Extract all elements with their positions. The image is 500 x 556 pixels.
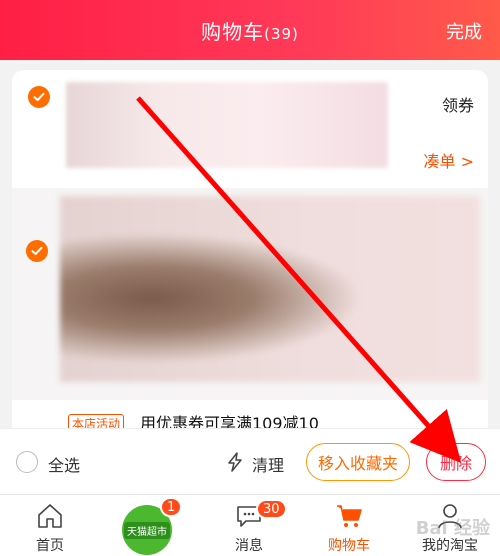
home-icon xyxy=(38,504,62,528)
cart-icon xyxy=(337,505,362,527)
promo-row: 本店活动 用优惠券可享满109减10 xyxy=(12,400,488,428)
blurred-product-image[interactable] xyxy=(60,196,480,382)
title-text: 购物车 xyxy=(201,20,265,44)
tab-messages-label: 消息 xyxy=(235,538,263,554)
move-to-favorites-button[interactable]: 移入收藏夹 xyxy=(306,443,410,481)
lightning-icon[interactable] xyxy=(224,451,246,473)
clean-button[interactable]: 清理 xyxy=(252,452,284,476)
promo-tag: 本店活动 xyxy=(68,414,125,428)
tab-home[interactable]: 首页 xyxy=(5,495,95,556)
page-title: 购物车(39) xyxy=(0,16,500,45)
item-check-icon[interactable] xyxy=(26,240,48,262)
done-button[interactable]: 完成 xyxy=(446,18,482,44)
tmall-text: 天猫超市 xyxy=(124,521,170,539)
coupon-button[interactable]: 领券 xyxy=(442,92,474,116)
cart-item-card xyxy=(12,188,488,400)
baidu-watermark: Bai 经验 xyxy=(415,518,490,539)
select-all-label[interactable]: 全选 xyxy=(48,452,80,476)
tab-messages[interactable]: 30 消息 xyxy=(204,495,294,556)
tab-tmall-supermarket[interactable]: 天猫超市 1 xyxy=(102,495,192,556)
tmall-badge: 1 xyxy=(160,497,183,517)
header-bar: 购物车(39) 完成 xyxy=(0,0,500,60)
messages-badge: 30 xyxy=(256,499,287,519)
promo-text: 用优惠券可享满109减10 xyxy=(140,414,319,428)
tab-cart-label: 购物车 xyxy=(328,538,370,554)
cart-action-bar: 全选 清理 移入收藏夹 删除 xyxy=(0,428,500,494)
blurred-shop-banner xyxy=(66,82,388,168)
shop-check-icon[interactable] xyxy=(28,86,50,108)
tab-cart[interactable]: 购物车 xyxy=(304,495,394,556)
delete-button[interactable]: 删除 xyxy=(426,443,486,481)
shop-card: 领券 凑单 > xyxy=(12,70,488,188)
select-all-radio[interactable] xyxy=(16,451,38,473)
cart-count: (39) xyxy=(264,25,299,43)
combine-order-link[interactable]: 凑单 > xyxy=(424,148,475,172)
tab-home-label: 首页 xyxy=(36,538,64,554)
